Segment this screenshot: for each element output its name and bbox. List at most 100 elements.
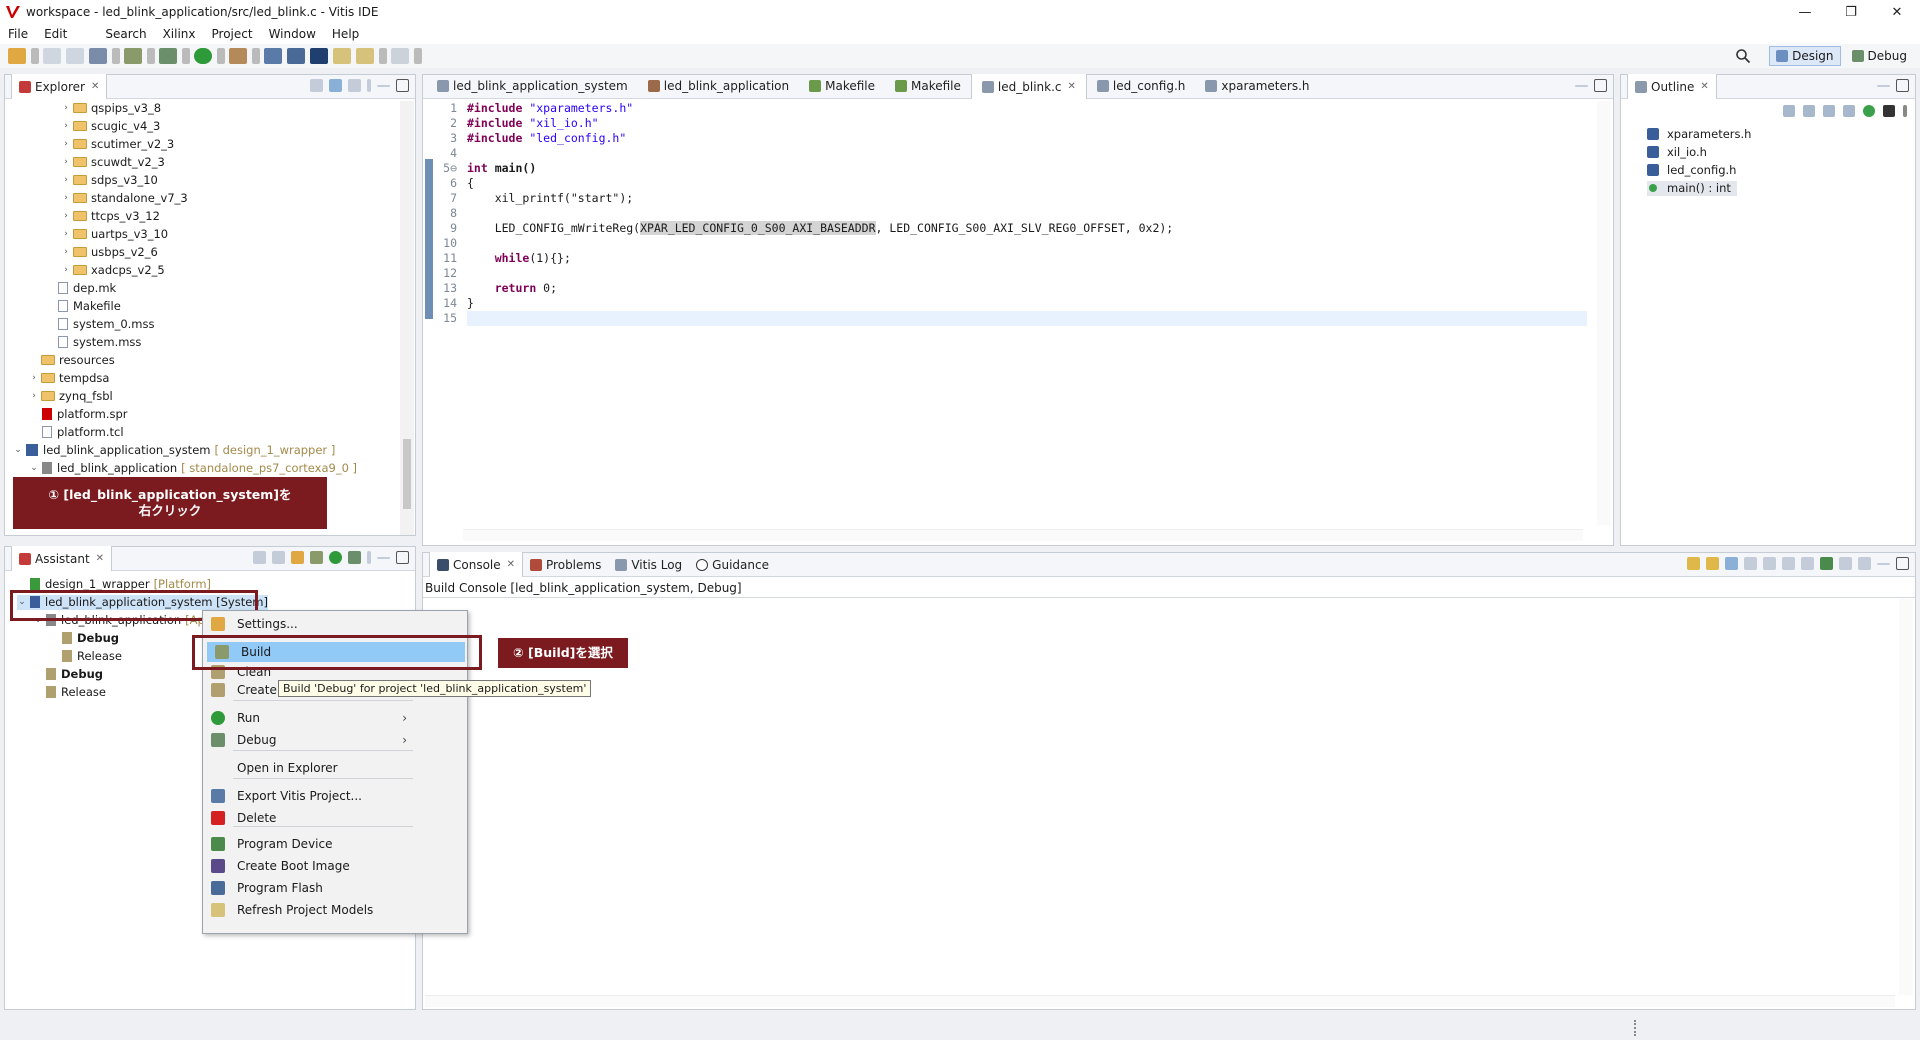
- context-menu-item[interactable]: Run ›: [203, 708, 417, 728]
- explorer-item[interactable]: › usbps_v2_6: [61, 245, 158, 260]
- close-tab-icon[interactable]: ✕: [96, 553, 104, 564]
- save-icon[interactable]: [43, 48, 61, 64]
- minimize-view-icon[interactable]: [377, 557, 390, 559]
- hide-static-icon[interactable]: [1843, 105, 1855, 117]
- assistant-item[interactable]: Release: [49, 649, 122, 664]
- context-menu-item[interactable]: Program Flash: [203, 878, 417, 898]
- expand-arrow-icon[interactable]: ›: [61, 121, 71, 131]
- assistant-item[interactable]: Debug: [33, 667, 103, 682]
- assistant-tab[interactable]: Assistant ✕: [11, 546, 113, 571]
- console-tab[interactable]: Console ✕: [429, 552, 524, 577]
- explorer-item[interactable]: › standalone_v7_3: [61, 191, 188, 206]
- explorer-item[interactable]: › scutimer_v2_3: [61, 137, 174, 152]
- outline-tab[interactable]: Outline ✕: [1627, 74, 1717, 99]
- close-tab-icon[interactable]: ✕: [507, 559, 515, 570]
- close-tab-icon[interactable]: ✕: [1700, 81, 1708, 92]
- close-tab-icon[interactable]: ✕: [1068, 81, 1076, 92]
- editor-tab[interactable]: xparameters.h: [1195, 74, 1319, 98]
- menu-xilinx[interactable]: Xilinx: [155, 27, 204, 41]
- copy-icon[interactable]: [1744, 557, 1757, 570]
- dropdown-arrow-icon[interactable]: [31, 48, 39, 64]
- pin-console-icon[interactable]: [1820, 557, 1833, 570]
- assistant-item[interactable]: Debug: [49, 631, 119, 646]
- explorer-item[interactable]: Makefile: [45, 299, 121, 314]
- explorer-item[interactable]: › qspips_v3_8: [61, 101, 161, 116]
- assistant-item[interactable]: Release: [33, 685, 106, 700]
- expand-arrow-icon[interactable]: ›: [61, 265, 71, 275]
- problems-tab[interactable]: Problems: [523, 553, 608, 577]
- hide-nonpublic-icon[interactable]: [1863, 105, 1875, 117]
- hide-macros-icon[interactable]: [1883, 105, 1895, 117]
- expand-arrow-icon[interactable]: ›: [61, 175, 71, 185]
- paste-icon[interactable]: [1763, 557, 1776, 570]
- maximize-view-icon[interactable]: [396, 551, 409, 564]
- collapse-all-icon[interactable]: [253, 551, 266, 564]
- open-console-icon[interactable]: [1858, 557, 1871, 570]
- clear-console-icon[interactable]: [1782, 557, 1795, 570]
- dropdown-arrow-icon[interactable]: [147, 48, 155, 64]
- explorer-item[interactable]: platform.spr: [29, 407, 128, 422]
- outline-item[interactable]: main() : int: [1647, 181, 1737, 196]
- maximize-view-icon[interactable]: [1594, 79, 1607, 92]
- debug-bug-icon[interactable]: [348, 551, 361, 564]
- close-tab-icon[interactable]: ✕: [91, 81, 99, 92]
- context-menu-item[interactable]: Delete: [203, 808, 417, 828]
- explorer-scrollbar[interactable]: [400, 101, 414, 535]
- minimize-view-icon[interactable]: [1575, 85, 1588, 87]
- dropdown-arrow-icon[interactable]: [414, 48, 422, 64]
- external-tools-icon[interactable]: [229, 48, 247, 64]
- context-menu-item[interactable]: Program Device: [203, 834, 417, 854]
- context-menu-item[interactable]: Create Boot Image: [203, 856, 417, 876]
- explorer-item[interactable]: › ttcps_v3_12: [61, 209, 160, 224]
- scroll-down-icon[interactable]: [1687, 557, 1700, 570]
- expand-arrow-icon[interactable]: ›: [29, 391, 39, 401]
- guidance-tab[interactable]: Guidance: [689, 553, 776, 577]
- scroll-lock-icon[interactable]: [1725, 557, 1738, 570]
- dropdown-arrow-icon[interactable]: [112, 48, 120, 64]
- display-console-icon[interactable]: [1839, 557, 1852, 570]
- expand-arrow-icon[interactable]: ›: [61, 139, 71, 149]
- code-editor[interactable]: 1 2 3 4 5⊖ 6 7 8 9 10 11 12 13 14 15 #include "xparame…: [435, 101, 1587, 521]
- minimize-view-icon[interactable]: [377, 85, 390, 87]
- terminal-icon[interactable]: [264, 48, 282, 64]
- explorer-item[interactable]: › xadcps_v2_5: [61, 263, 165, 278]
- dropdown-arrow-icon[interactable]: [182, 48, 190, 64]
- back-icon[interactable]: [356, 48, 374, 64]
- explorer-item[interactable]: › uartps_v3_10: [61, 227, 168, 242]
- explorer-item[interactable]: ⌄ led_blink_application_system[ design_1_…: [13, 443, 335, 458]
- hide-fields-icon[interactable]: [1823, 105, 1835, 117]
- maximize-view-icon[interactable]: [1896, 79, 1909, 92]
- run-icon[interactable]: [329, 551, 342, 564]
- menu-window[interactable]: Window: [261, 27, 324, 41]
- dropdown-arrow-icon[interactable]: [379, 48, 387, 64]
- editor-tab[interactable]: Makefile: [799, 74, 885, 98]
- minimize-view-icon[interactable]: [1877, 85, 1890, 87]
- scroll-up-icon[interactable]: [1706, 557, 1719, 570]
- back-history-icon[interactable]: [333, 48, 351, 64]
- context-menu-item[interactable]: Export Vitis Project...: [203, 786, 417, 806]
- explorer-item[interactable]: › tempdsa: [29, 371, 109, 386]
- editor-vscroll[interactable]: [1597, 101, 1611, 525]
- explorer-item[interactable]: resources: [29, 353, 115, 368]
- collapse-all-icon[interactable]: [1783, 105, 1795, 117]
- menu-project[interactable]: Project: [204, 27, 261, 41]
- expand-arrow-icon[interactable]: ⌄: [13, 445, 23, 455]
- collapse-all-icon[interactable]: [310, 79, 323, 92]
- forward-icon[interactable]: [391, 48, 409, 64]
- menu-file[interactable]: File: [0, 27, 36, 41]
- filter-icon[interactable]: [348, 79, 361, 92]
- context-menu-item[interactable]: Open in Explorer: [203, 758, 417, 778]
- explorer-item[interactable]: system_0.mss: [45, 317, 154, 332]
- minimize-button[interactable]: —: [1782, 0, 1828, 24]
- context-menu-item[interactable]: Settings...: [203, 614, 417, 634]
- maximize-view-icon[interactable]: [1896, 557, 1909, 570]
- settings-gear-icon[interactable]: [291, 551, 304, 564]
- debug-perspective-button[interactable]: Debug: [1845, 46, 1914, 66]
- dropdown-arrow-icon[interactable]: [217, 48, 225, 64]
- expand-arrow-icon[interactable]: ›: [29, 373, 39, 383]
- explorer-item[interactable]: › scuwdt_v2_3: [61, 155, 165, 170]
- maximize-button[interactable]: ❐: [1828, 0, 1874, 24]
- expand-arrow-icon[interactable]: ›: [61, 211, 71, 221]
- expand-arrow-icon[interactable]: ›: [61, 103, 71, 113]
- menu-search[interactable]: Search: [97, 27, 154, 41]
